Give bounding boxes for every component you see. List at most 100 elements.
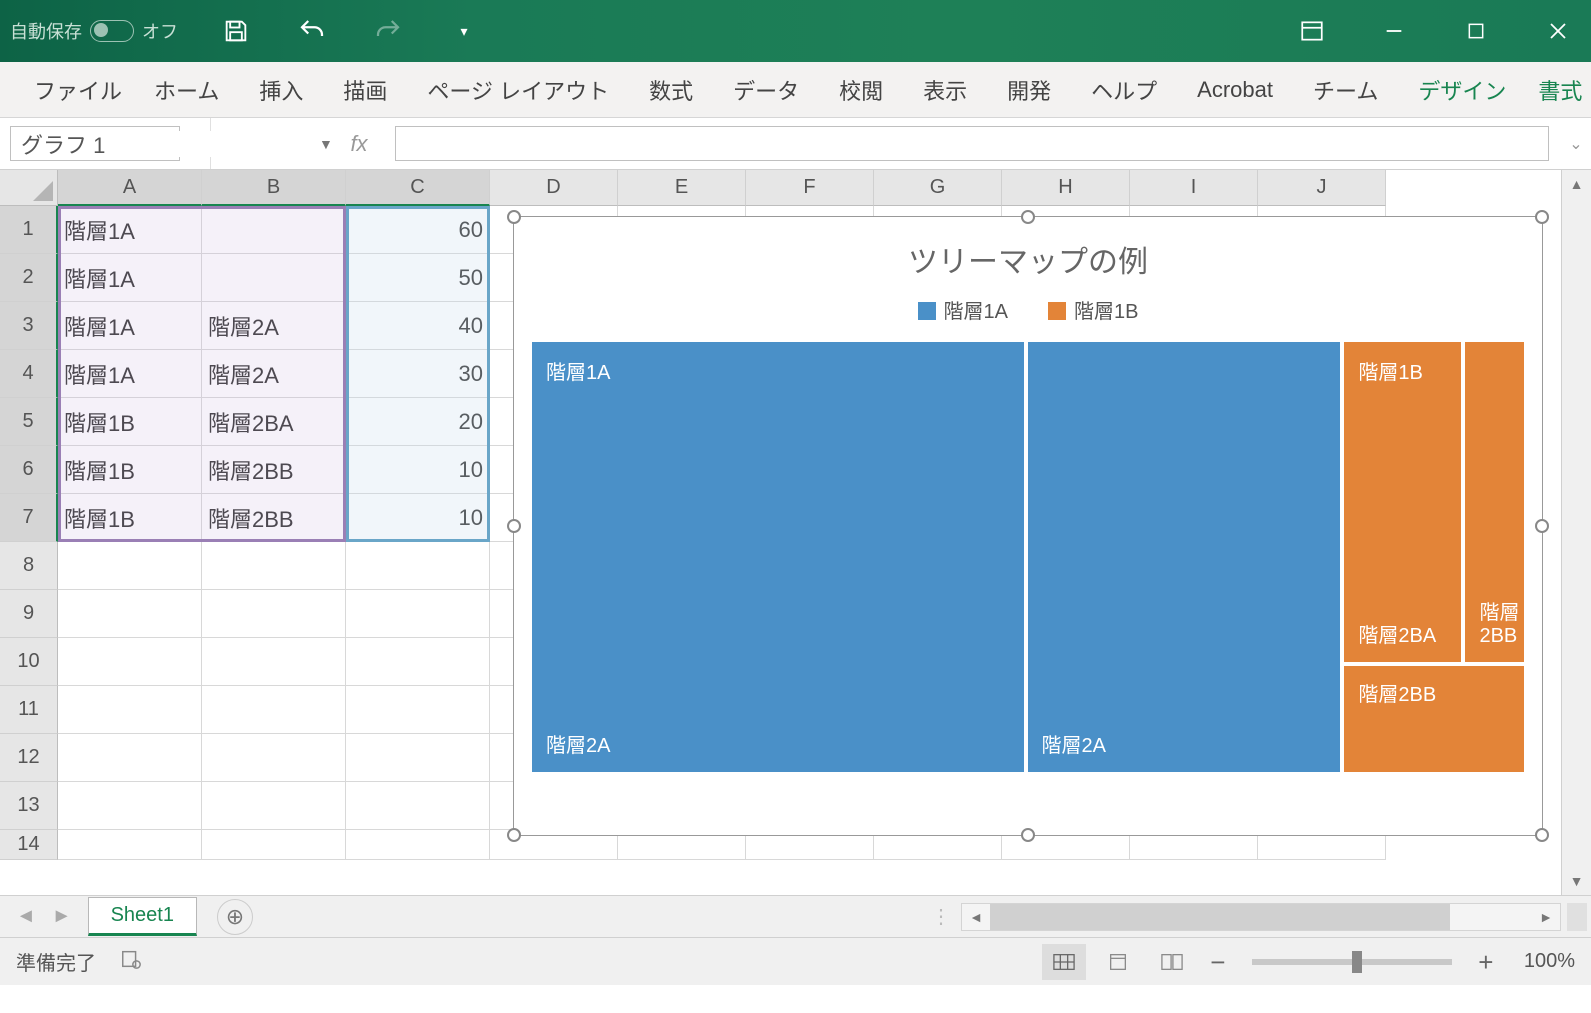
chart-legend[interactable]: 階層1A 階層1B — [514, 295, 1542, 342]
tab-help[interactable]: ヘルプ — [1075, 68, 1173, 112]
view-pagebreak-icon[interactable] — [1150, 944, 1194, 980]
cell[interactable] — [346, 638, 490, 686]
column-header[interactable]: A — [58, 170, 202, 206]
tab-acrobat[interactable]: Acrobat — [1181, 71, 1289, 109]
cell[interactable]: 50 — [346, 254, 490, 302]
cell[interactable] — [202, 638, 346, 686]
expand-formula-bar-icon[interactable]: ⌄ — [1561, 118, 1591, 169]
tab-insert[interactable]: 挿入 — [243, 68, 319, 112]
cell[interactable]: 20 — [346, 398, 490, 446]
legend-item[interactable]: 階層1B — [1048, 295, 1138, 324]
cell[interactable] — [202, 206, 346, 254]
toggle-switch-icon[interactable] — [90, 20, 134, 42]
cell[interactable]: 階層2BB — [202, 446, 346, 494]
row-header[interactable]: 12 — [0, 734, 58, 782]
resize-handle[interactable] — [1021, 210, 1035, 224]
column-header[interactable]: G — [874, 170, 1002, 206]
name-box[interactable]: ▼ — [10, 126, 180, 161]
view-pagelayout-icon[interactable] — [1096, 944, 1140, 980]
select-all-corner[interactable] — [0, 170, 58, 206]
close-icon[interactable] — [1535, 8, 1581, 54]
row-header[interactable]: 10 — [0, 638, 58, 686]
macro-record-icon[interactable] — [120, 948, 142, 976]
undo-icon[interactable] — [294, 13, 330, 49]
treemap-plot[interactable]: 階層1A 階層2A 階層2A 階層1B 階層2BA 階層2BB — [532, 342, 1524, 772]
row-header[interactable]: 1 — [0, 206, 58, 254]
column-header[interactable]: C — [346, 170, 490, 206]
cell[interactable] — [58, 734, 202, 782]
scroll-up-icon[interactable]: ▲ — [1562, 170, 1591, 198]
cell[interactable]: 階層1A — [58, 302, 202, 350]
cell[interactable] — [58, 686, 202, 734]
treemap-node[interactable]: 階層1B 階層2BA — [1344, 342, 1461, 662]
cell[interactable]: 階層1B — [58, 494, 202, 542]
cell[interactable]: 階層1B — [58, 398, 202, 446]
cell[interactable] — [58, 782, 202, 830]
treemap-node[interactable]: 階層2BB — [1465, 342, 1524, 662]
zoom-out-button[interactable]: − — [1204, 949, 1232, 975]
treemap-node[interactable]: 階層2A — [1028, 342, 1341, 772]
row-header[interactable]: 13 — [0, 782, 58, 830]
cell[interactable]: 階層1A — [58, 254, 202, 302]
sheet-prev-icon[interactable]: ◄ — [16, 905, 36, 928]
cell[interactable] — [202, 254, 346, 302]
scroll-left-icon[interactable]: ◄ — [962, 904, 990, 930]
tab-design[interactable]: デザイン — [1402, 68, 1522, 112]
cell[interactable] — [346, 734, 490, 782]
cell[interactable] — [202, 782, 346, 830]
row-header[interactable]: 11 — [0, 686, 58, 734]
cell[interactable] — [58, 590, 202, 638]
resize-handle[interactable] — [1021, 828, 1035, 842]
cell[interactable]: 階層1B — [58, 446, 202, 494]
tab-view[interactable]: 表示 — [907, 68, 983, 112]
cell[interactable] — [202, 686, 346, 734]
name-box-input[interactable] — [11, 131, 319, 157]
vertical-scrollbar[interactable]: ▲ ▼ — [1561, 170, 1591, 895]
resize-handle[interactable] — [507, 519, 521, 533]
tab-format[interactable]: 書式 — [1522, 68, 1591, 112]
worksheet-grid[interactable]: 1 2 3 4 5 6 7 8 9 10 11 12 13 14 A B C D… — [0, 170, 1591, 895]
treemap-node[interactable]: 階層2BB — [1344, 666, 1524, 773]
row-header[interactable]: 7 — [0, 494, 58, 542]
cell[interactable]: 40 — [346, 302, 490, 350]
cell[interactable]: 10 — [346, 446, 490, 494]
sheet-next-icon[interactable]: ► — [52, 905, 72, 928]
column-header[interactable]: E — [618, 170, 746, 206]
add-sheet-button[interactable]: ⊕ — [217, 899, 253, 935]
cell[interactable] — [58, 542, 202, 590]
zoom-level[interactable]: 100% — [1524, 950, 1575, 973]
resize-handle[interactable] — [1535, 519, 1549, 533]
zoom-in-button[interactable]: + — [1472, 949, 1500, 975]
cell[interactable]: 階層2A — [202, 302, 346, 350]
tab-home[interactable]: ホーム — [138, 68, 235, 112]
cell[interactable] — [346, 686, 490, 734]
row-header[interactable]: 14 — [0, 830, 58, 860]
resize-handle[interactable] — [507, 828, 521, 842]
cell[interactable] — [58, 638, 202, 686]
sheet-nav[interactable]: ◄ ► — [0, 905, 88, 928]
column-header[interactable]: I — [1130, 170, 1258, 206]
view-normal-icon[interactable] — [1042, 944, 1086, 980]
cell[interactable] — [202, 590, 346, 638]
tab-developer[interactable]: 開発 — [991, 68, 1067, 112]
minimize-icon[interactable] — [1371, 8, 1417, 54]
name-box-dropdown-icon[interactable]: ▼ — [319, 136, 333, 152]
row-header[interactable]: 3 — [0, 302, 58, 350]
cell[interactable] — [58, 830, 202, 860]
cell[interactable]: 階層2A — [202, 350, 346, 398]
redo-icon[interactable] — [370, 13, 406, 49]
cell[interactable]: 階層1A — [58, 350, 202, 398]
cell[interactable]: 階層1A — [58, 206, 202, 254]
row-header[interactable]: 6 — [0, 446, 58, 494]
column-header[interactable]: J — [1258, 170, 1386, 206]
tab-pagelayout[interactable]: ページ レイアウト — [411, 68, 625, 112]
row-header[interactable]: 8 — [0, 542, 58, 590]
cell[interactable]: 60 — [346, 206, 490, 254]
tab-draw[interactable]: 描画 — [327, 68, 403, 112]
row-header[interactable]: 9 — [0, 590, 58, 638]
maximize-icon[interactable] — [1453, 8, 1499, 54]
cell[interactable] — [346, 590, 490, 638]
cell[interactable] — [346, 830, 490, 860]
row-header[interactable]: 2 — [0, 254, 58, 302]
horizontal-scrollbar[interactable]: ◄ ► — [961, 903, 1561, 931]
